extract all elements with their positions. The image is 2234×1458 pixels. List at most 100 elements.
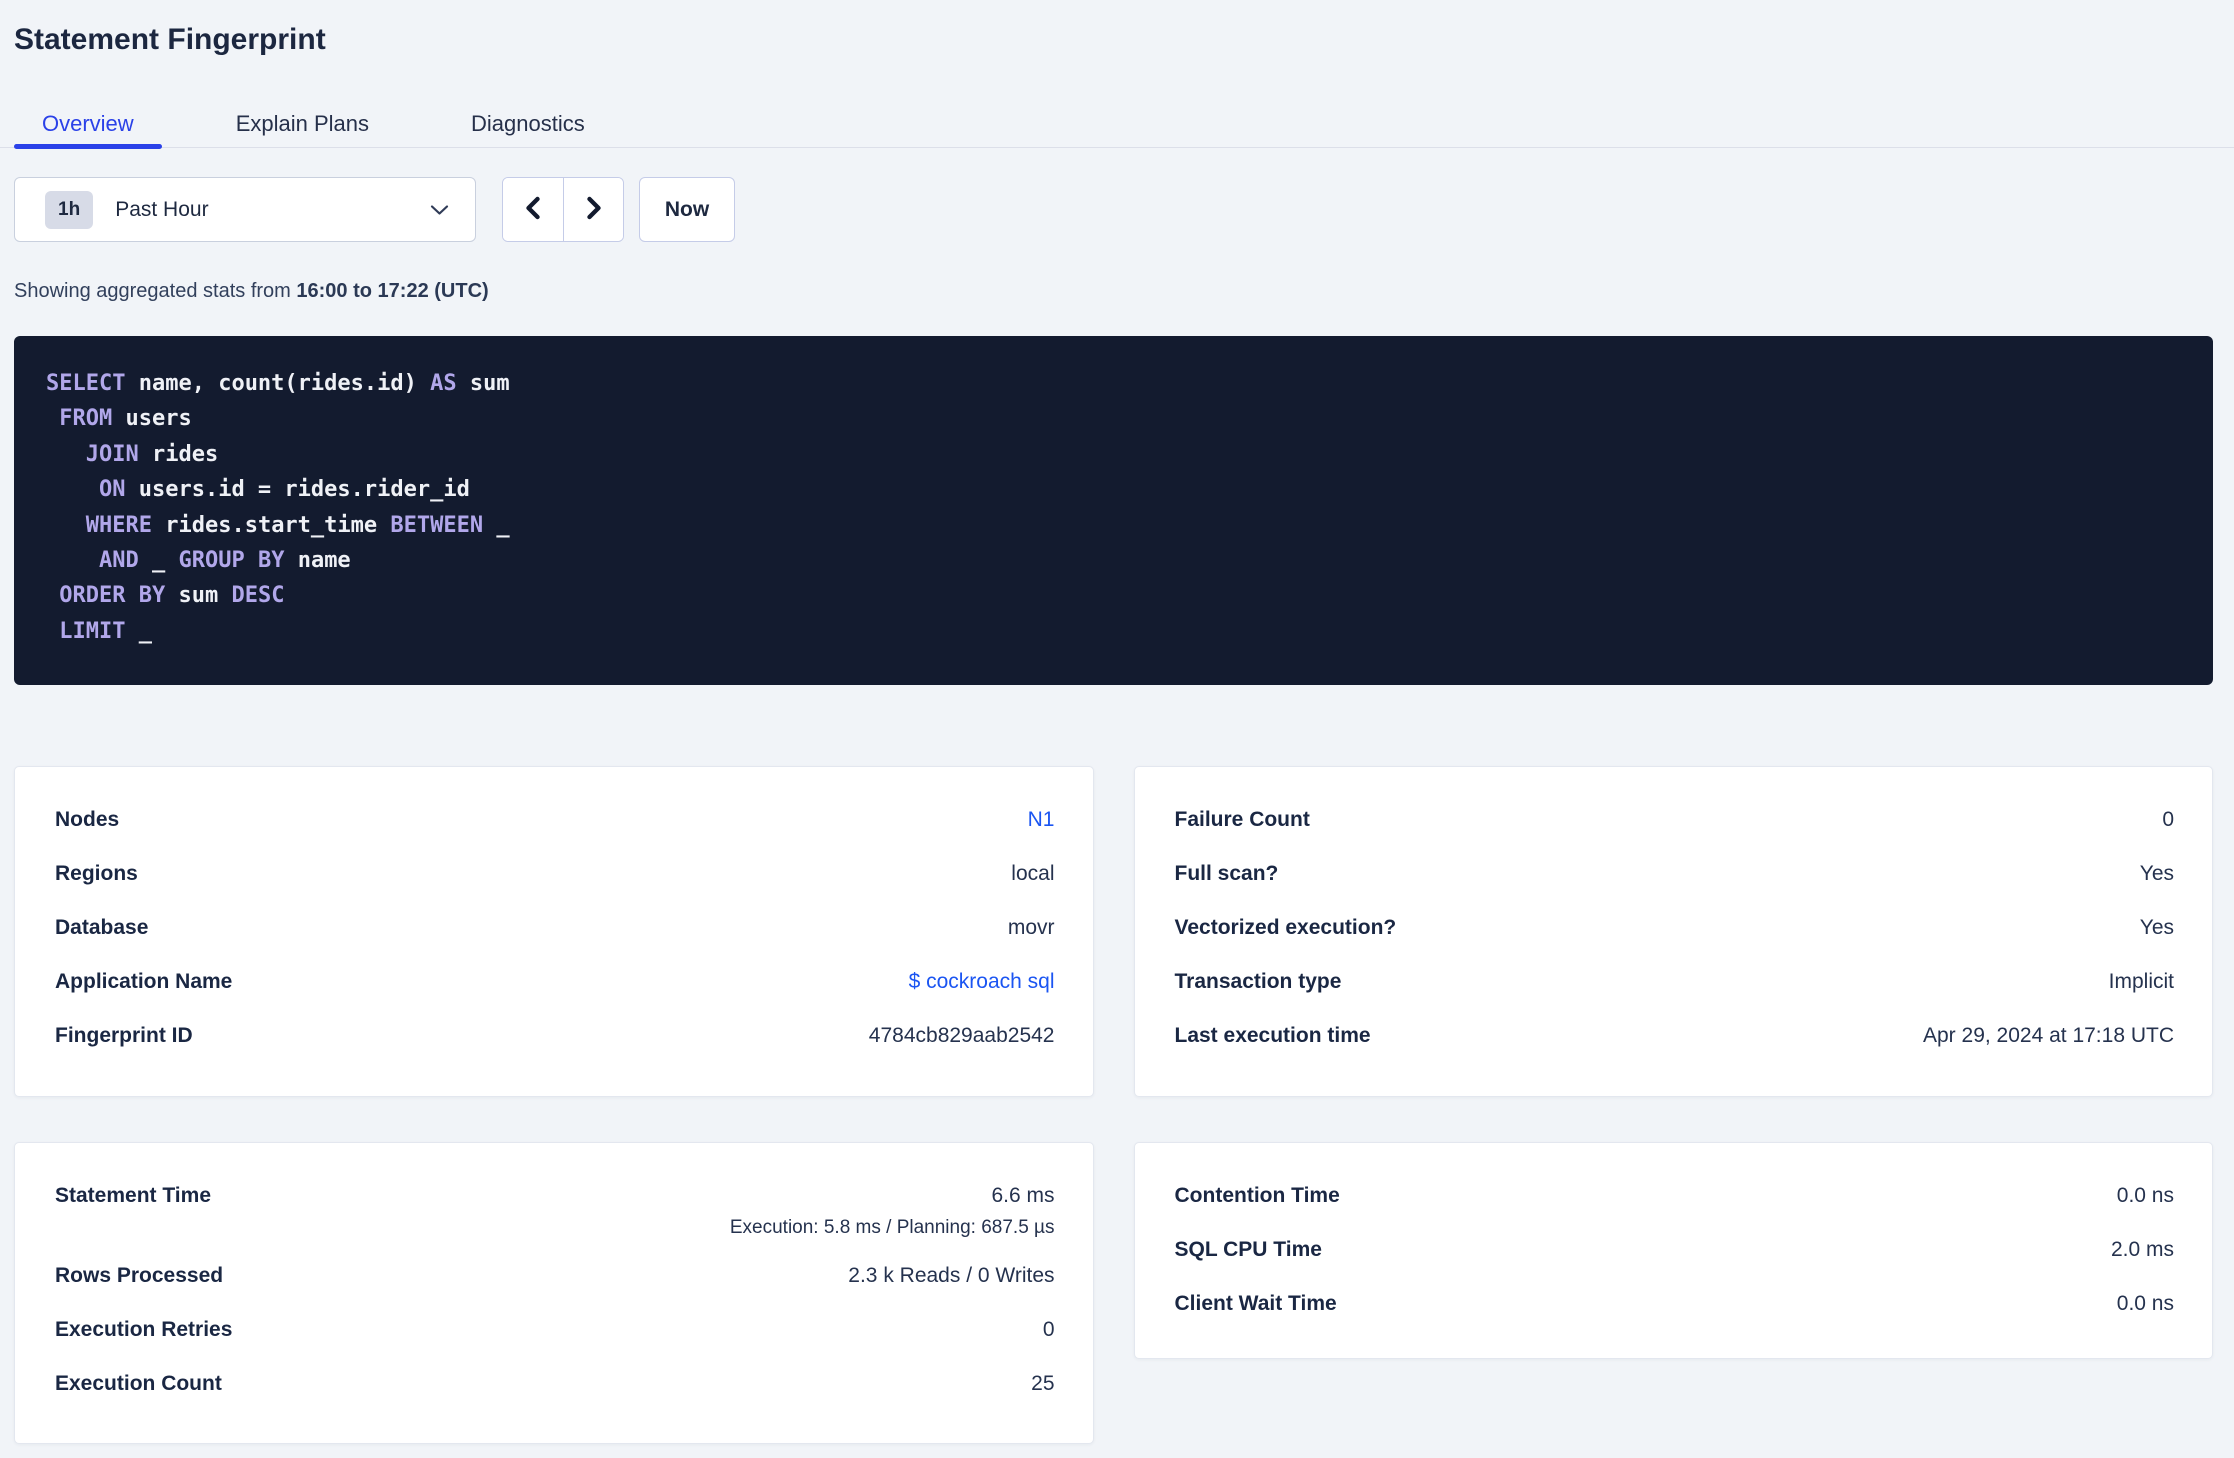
page-title: Statement Fingerprint — [14, 23, 326, 56]
card-row: Client Wait Time 0.0 ns — [1175, 1277, 2175, 1331]
tab-diagnostics[interactable]: Diagnostics — [443, 100, 613, 148]
aggregated-stats-text: Showing aggregated stats from 16:00 to 1… — [14, 279, 2213, 303]
row-value: Yes — [2139, 916, 2174, 940]
row-label: Database — [55, 916, 149, 940]
statement-fingerprint-page: Statement Fingerprint Overview Explain P… — [0, 0, 2234, 1458]
row-value: 2.3 k Reads / 0 Writes — [848, 1264, 1055, 1288]
sql-line: JOIN rides — [46, 437, 2181, 472]
sql-line: WHERE rides.start_time BETWEEN _ — [46, 508, 2181, 543]
row-label: Statement Time — [55, 1184, 211, 1208]
row-value-link[interactable]: N1 — [1028, 807, 1055, 833]
sql-keyword: AS — [430, 371, 457, 396]
tab-explain-plans[interactable]: Explain Plans — [208, 100, 397, 148]
row-label: Execution Count — [55, 1372, 222, 1396]
sql-keyword: SELECT — [46, 371, 126, 396]
card-row: SQL CPU Time 2.0 ms — [1175, 1223, 2175, 1277]
card-wait-times: Contention Time 0.0 ns SQL CPU Time 2.0 ms C… — [1133, 1142, 2213, 1360]
aggregated-stats-range: 16:00 to 17:22 (UTC) — [296, 280, 489, 302]
sql-keyword: BETWEEN — [390, 512, 484, 538]
card-row: Regions local — [55, 847, 1055, 901]
sql-text: name — [284, 548, 351, 574]
overview-cards-row: Nodes N1 Regions local Database movr Applicati… — [14, 766, 2213, 1098]
row-label: Fingerprint ID — [55, 1024, 193, 1048]
card-execution-attributes: Failure Count 0 Full scan? Yes Vectorized ex… — [1133, 766, 2213, 1098]
sql-statement: SELECT name, count(rides.id) AS sum FROM… — [14, 336, 2213, 686]
row-label: Execution Retries — [55, 1318, 233, 1342]
time-range-dropdown[interactable]: 1h Past Hour — [14, 177, 476, 242]
row-label: SQL CPU Time — [1174, 1238, 1322, 1262]
sql-text: sum — [456, 371, 510, 396]
next-time-button[interactable] — [563, 178, 623, 241]
sql-text: _ — [125, 618, 152, 644]
row-value: 4784cb829aab2542 — [868, 1024, 1055, 1048]
sql-line: ORDER BY sum DESC — [46, 578, 2181, 613]
sql-line: SELECT name, count(rides.id) AS sum — [46, 366, 2181, 401]
chevron-down-icon — [430, 204, 449, 216]
sql-keyword: DESC — [231, 583, 285, 609]
card-row: Execution Count 25 — [55, 1357, 1055, 1411]
card-row: Nodes N1 — [55, 793, 1055, 847]
row-label: Client Wait Time — [1174, 1292, 1337, 1316]
aggregated-stats-prefix: Showing aggregated stats from — [14, 280, 297, 302]
row-value: 25 — [1031, 1372, 1055, 1396]
row-value: 0 — [2162, 808, 2174, 832]
sql-keyword: ORDER BY — [59, 583, 166, 609]
row-label: Application Name — [55, 970, 233, 994]
sql-text: users.id = rides.rider_id — [125, 477, 470, 503]
card-row: Application Name $ cockroach sql — [55, 955, 1055, 1009]
time-toolbar: 1h Past Hour Now — [14, 177, 2213, 242]
card-row: Transaction type Implicit — [1175, 955, 2175, 1009]
time-step-group — [502, 177, 624, 242]
row-label: Rows Processed — [55, 1264, 224, 1288]
card-row: Full scan? Yes — [1175, 847, 2175, 901]
sql-text: sum — [165, 583, 232, 609]
row-label: Transaction type — [1174, 970, 1342, 994]
row-value-link[interactable]: $ cockroach sql — [909, 969, 1055, 995]
sql-text: rides.start_time — [151, 512, 391, 538]
row-label: Nodes — [55, 808, 120, 832]
interval-badge: 1h — [45, 190, 94, 229]
card-row: Vectorized execution? Yes — [1175, 901, 2175, 955]
now-button[interactable]: Now — [639, 177, 735, 242]
sql-line: FROM users — [46, 401, 2181, 436]
row-value: Yes — [2139, 862, 2174, 886]
card-row: Execution Retries 0 — [55, 1303, 1055, 1357]
sql-text: _ — [138, 548, 179, 574]
card-row: Failure Count 0 — [1175, 793, 2175, 847]
tab-bar: Overview Explain Plans Diagnostics — [0, 100, 2234, 149]
card-row: Fingerprint ID 4784cb829aab2542 — [55, 1009, 1055, 1063]
sql-keyword: ON — [98, 477, 126, 503]
row-value: movr — [1007, 916, 1055, 940]
card-statement-times: Statement Time 6.6 ms Execution: 5.8 ms / … — [14, 1142, 1094, 1445]
time-range-label: Past Hour — [115, 197, 209, 221]
row-value: 0.0 ns — [2116, 1292, 2174, 1316]
chevron-right-icon — [582, 194, 606, 225]
row-value: Implicit — [2108, 970, 2174, 994]
card-row: Last execution time Apr 29, 2024 at 17:18… — [1175, 1009, 2175, 1063]
row-label: Regions — [55, 862, 138, 886]
row-label: Last execution time — [1174, 1024, 1371, 1048]
tab-overview[interactable]: Overview — [14, 100, 162, 149]
sql-keyword: FROM — [59, 406, 113, 432]
row-value: 2.0 ms — [2110, 1238, 2174, 1262]
sql-line: ON users.id = rides.rider_id — [46, 472, 2181, 507]
row-value: 0.0 ns — [2116, 1184, 2174, 1208]
sql-line: AND _ GROUP BY name — [46, 543, 2181, 578]
row-value: local — [1011, 862, 1055, 886]
row-subvalue: Execution: 5.8 ms / Planning: 687.5 µs — [729, 1217, 1055, 1239]
sql-text: name, count(rides.id) — [125, 371, 431, 396]
row-label: Full scan? — [1174, 862, 1279, 886]
prev-time-button[interactable] — [503, 178, 563, 241]
sql-line: LIMIT _ — [46, 614, 2181, 649]
row-label: Vectorized execution? — [1174, 916, 1397, 940]
sql-keyword: GROUP BY — [178, 548, 285, 574]
sql-keyword: AND — [98, 548, 139, 574]
card-row: Contention Time 0.0 ns — [1175, 1169, 2175, 1223]
chevron-left-icon — [521, 194, 545, 225]
sql-keyword: WHERE — [85, 512, 152, 538]
